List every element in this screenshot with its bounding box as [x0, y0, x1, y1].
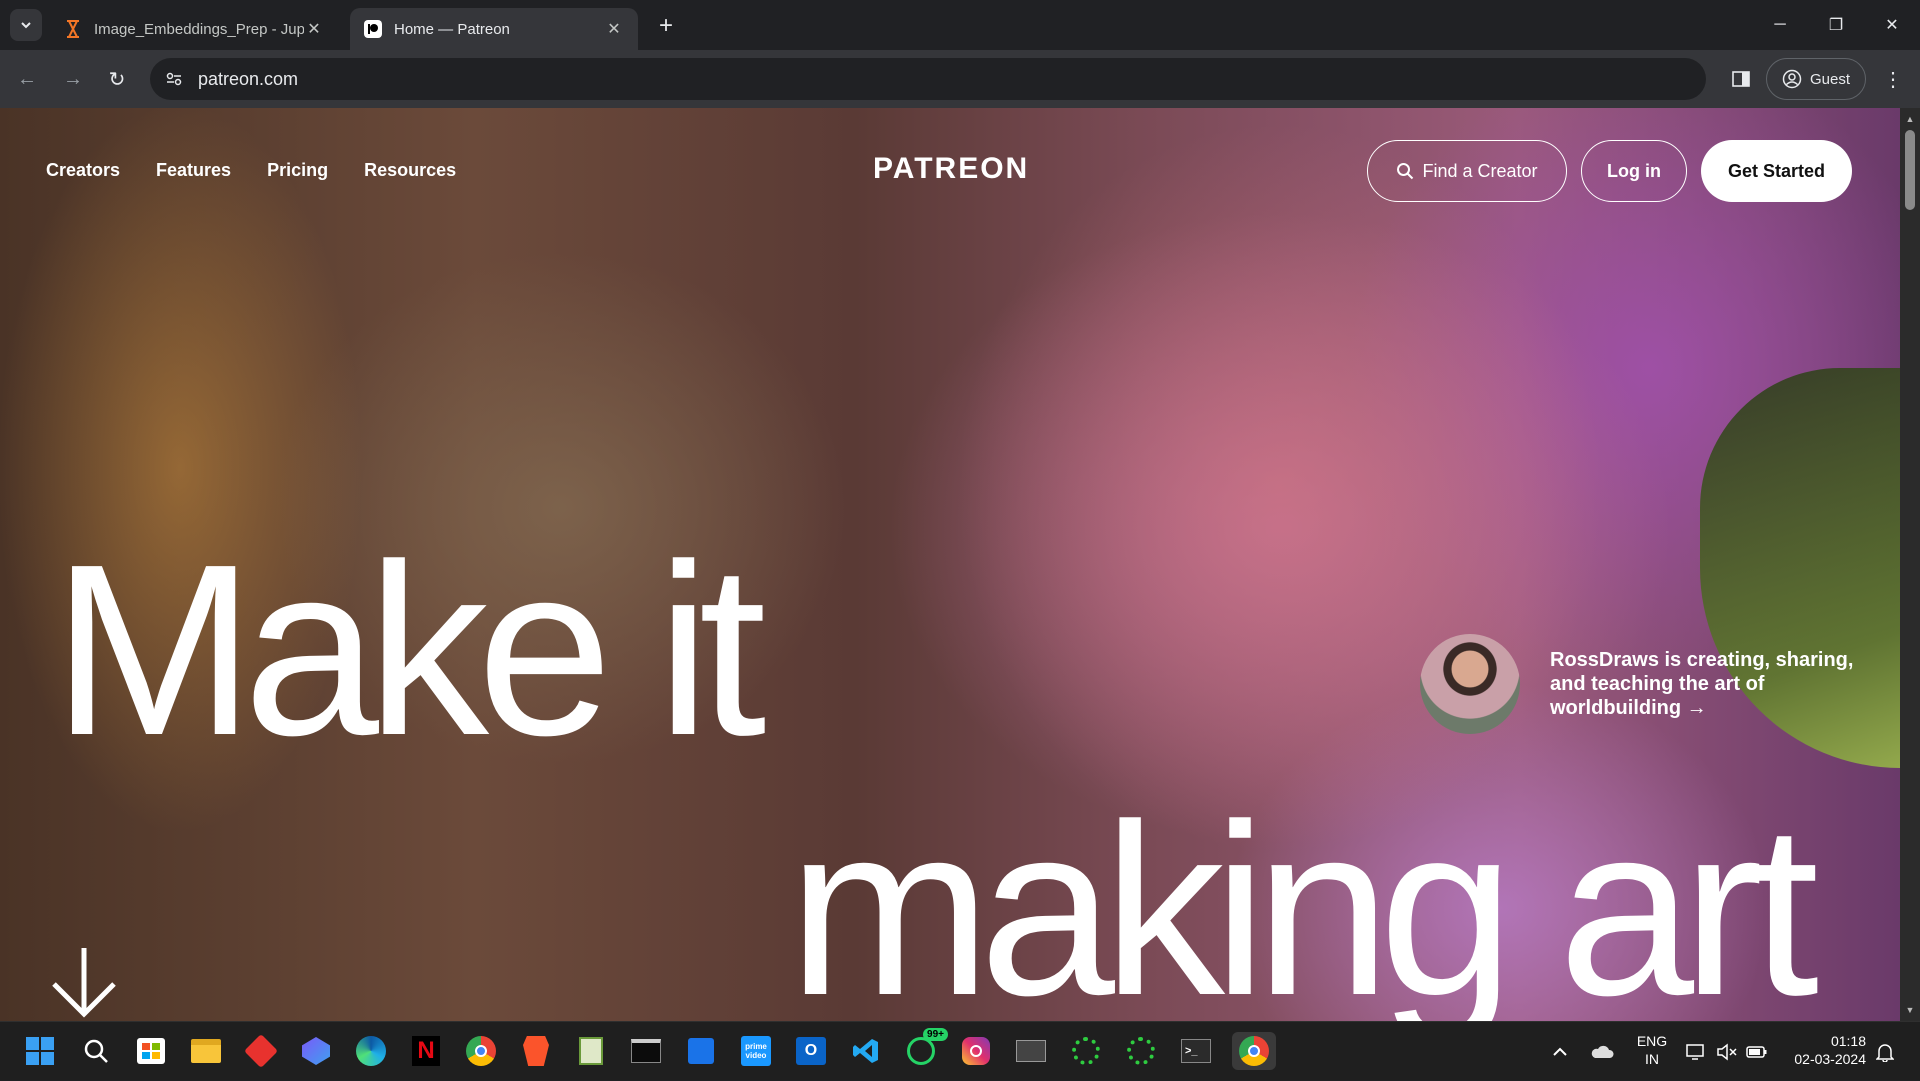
lang-code: ENG: [1636, 1033, 1668, 1049]
copilot-icon[interactable]: [297, 1032, 335, 1070]
command-prompt-icon[interactable]: >_: [1177, 1032, 1215, 1070]
notification-badge: 99+: [923, 1028, 948, 1041]
search-icon[interactable]: [77, 1032, 115, 1070]
close-icon[interactable]: ✕: [304, 19, 324, 39]
vscode-icon[interactable]: [847, 1032, 885, 1070]
red-app-icon[interactable]: [242, 1032, 280, 1070]
featured-creator-text: RossDraws is creating, sharing, and teac…: [1550, 649, 1854, 719]
instagram-icon[interactable]: [957, 1032, 995, 1070]
reload-icon[interactable]: ↻: [102, 64, 132, 94]
main-nav: Creators Features Pricing Resources: [46, 160, 456, 181]
prime-video-icon[interactable]: prime video: [737, 1032, 775, 1070]
new-tab-button[interactable]: +: [652, 12, 680, 40]
notification-bell-icon[interactable]: [1876, 1022, 1894, 1081]
blue-app-icon[interactable]: [682, 1032, 720, 1070]
browser-tabbar: Image_Embeddings_Prep - Jupyter ✕ Home —…: [0, 0, 1920, 50]
arrow-down-icon[interactable]: [48, 946, 120, 1018]
windows-start-icon[interactable]: [21, 1032, 59, 1070]
profile-label: Guest: [1809, 70, 1851, 88]
hero-headline-line1: Make it: [52, 513, 766, 786]
network-icon[interactable]: [1686, 1022, 1708, 1081]
restore-icon[interactable]: ❐: [1808, 0, 1864, 50]
chevron-down-icon: [21, 22, 31, 29]
nav-features[interactable]: Features: [156, 160, 231, 181]
volume-muted-icon[interactable]: [1716, 1022, 1738, 1081]
side-panel-icon[interactable]: [1726, 64, 1756, 94]
nav-creators[interactable]: Creators: [46, 160, 120, 181]
system-clock[interactable]: 01:18 02-03-2024: [1776, 1032, 1866, 1068]
tab-patreon[interactable]: Home — Patreon ✕: [350, 8, 638, 50]
profile-button[interactable]: Guest: [1766, 58, 1866, 100]
outlook-icon[interactable]: O: [792, 1032, 830, 1070]
featured-creator-link[interactable]: RossDraws is creating, sharing, and teac…: [1420, 634, 1860, 734]
tab-title: Home — Patreon: [394, 20, 510, 38]
tab-title: Image_Embeddings_Prep - Jupyter: [94, 20, 304, 38]
netflix-icon[interactable]: N: [407, 1032, 445, 1070]
battery-icon[interactable]: [1746, 1022, 1768, 1081]
find-creator-button[interactable]: Find a Creator: [1367, 140, 1567, 202]
page-scrollbar[interactable]: ▲ ▼: [1900, 108, 1920, 1021]
notepad-icon[interactable]: [572, 1032, 610, 1070]
get-started-button[interactable]: Get Started: [1701, 140, 1852, 202]
microsoft-store-icon[interactable]: [132, 1032, 170, 1070]
clock-time: 01:18: [1830, 1033, 1866, 1049]
lang-region: IN: [1645, 1051, 1659, 1067]
kebab-menu-icon[interactable]: ⋮: [1878, 64, 1908, 94]
back-icon[interactable]: ←: [12, 64, 42, 94]
find-creator-label: Find a Creator: [1422, 160, 1538, 181]
language-indicator[interactable]: ENG IN: [1632, 1032, 1672, 1068]
chevron-up-icon[interactable]: [1552, 1022, 1568, 1081]
nav-pricing[interactable]: Pricing: [267, 160, 328, 181]
login-button[interactable]: Log in: [1581, 140, 1687, 202]
edge-icon[interactable]: [352, 1032, 390, 1070]
hero-headline-line2: making art: [788, 773, 1819, 1022]
search-icon: [1397, 163, 1414, 180]
minimize-icon[interactable]: ─: [1752, 0, 1808, 50]
file-explorer-icon[interactable]: [187, 1032, 225, 1070]
site-settings-icon[interactable]: [154, 58, 194, 100]
url-text: patreon.com: [198, 68, 299, 89]
browser-toolbar: ← → ↻ patreon.com Guest ⋮: [0, 50, 1920, 108]
close-icon[interactable]: ✕: [604, 19, 624, 39]
scroll-up-icon[interactable]: ▲: [1900, 110, 1920, 128]
clock-date: 02-03-2024: [1794, 1051, 1866, 1067]
page-hero: Creators Features Pricing Resources PATR…: [0, 108, 1900, 1021]
hourglass-icon: [64, 20, 82, 38]
chrome-icon[interactable]: [462, 1032, 500, 1070]
patreon-logo[interactable]: PATREON: [873, 152, 1029, 186]
tab-search-button[interactable]: [10, 9, 42, 41]
brave-icon[interactable]: [517, 1032, 555, 1070]
scroll-down-icon[interactable]: ▼: [1900, 1001, 1920, 1019]
window-app-icon[interactable]: [1012, 1032, 1050, 1070]
patreon-favicon-icon: [364, 20, 382, 38]
close-window-icon[interactable]: ✕: [1864, 0, 1920, 50]
address-bar[interactable]: patreon.com: [150, 58, 1706, 100]
terminal-icon[interactable]: [627, 1032, 665, 1070]
forward-icon[interactable]: →: [58, 64, 88, 94]
avatar: [1420, 634, 1520, 734]
chrome-active-icon[interactable]: [1232, 1032, 1276, 1070]
loading-ring-icon[interactable]: [1067, 1032, 1105, 1070]
user-circle-icon: [1782, 69, 1802, 89]
loading-ring-icon-2[interactable]: [1122, 1032, 1160, 1070]
whatsapp-icon[interactable]: 99+: [902, 1028, 948, 1070]
nav-resources[interactable]: Resources: [364, 160, 456, 181]
windows-taskbar: N prime video O 99+ >_ ENG IN 01:18 02-03…: [0, 1021, 1920, 1080]
tab-jupyter[interactable]: Image_Embeddings_Prep - Jupyter ✕: [50, 8, 338, 50]
scrollbar-thumb[interactable]: [1905, 130, 1915, 210]
onedrive-cloud-icon[interactable]: [1590, 1022, 1614, 1081]
window-controls: ─ ❐ ✕: [1752, 0, 1920, 50]
